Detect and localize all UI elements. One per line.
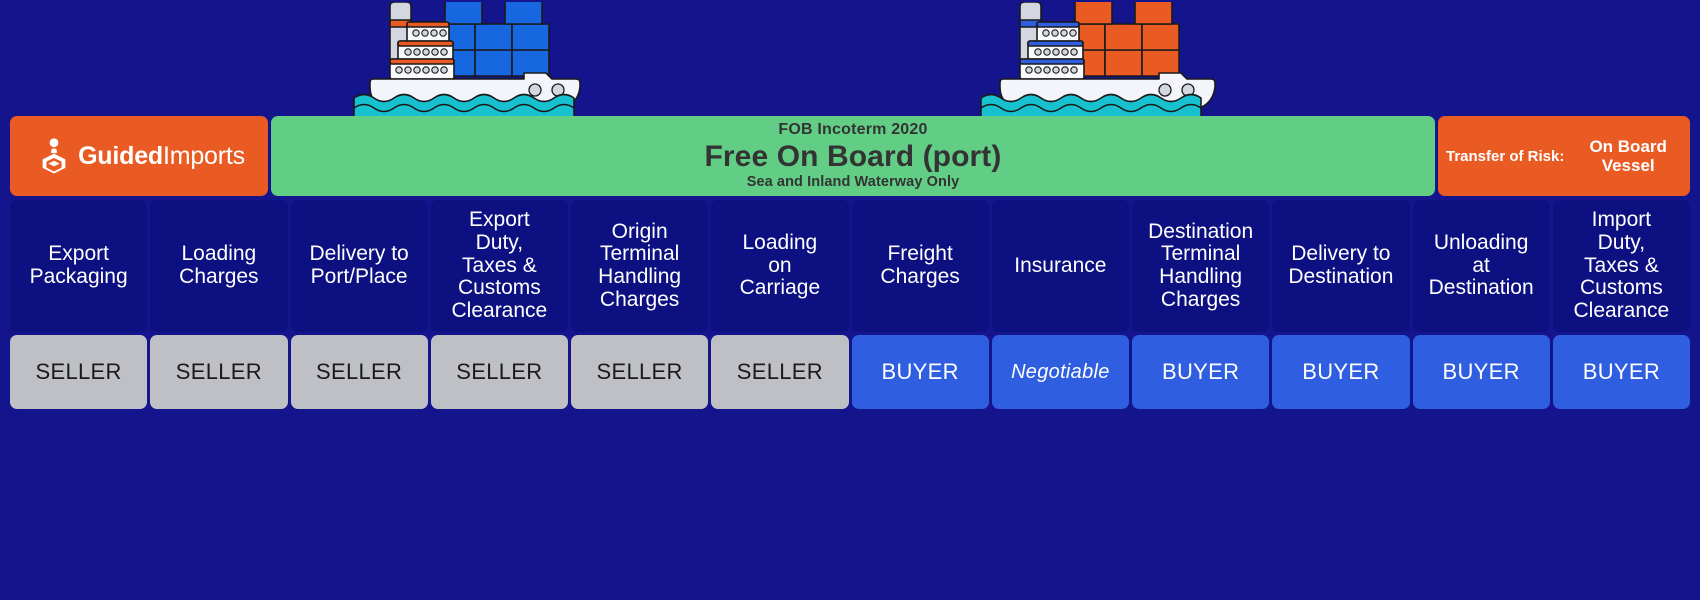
cost-column: Unloading at Destination BUYER [1412, 200, 1550, 409]
transfer-of-risk-panel: Transfer of Risk: On Board Vessel [1438, 116, 1690, 196]
container-ship-blue-containers [350, 2, 590, 120]
cost-item-header: Import Duty, Taxes & Customs Clearance [1552, 200, 1690, 332]
cost-responsible-party: SELLER [430, 335, 568, 409]
cost-column: Delivery to Port/Place SELLER [290, 200, 428, 409]
cost-item-header: Delivery to Destination [1272, 200, 1410, 332]
brand-name-bold: Guided [78, 141, 163, 170]
infographic-root: GuidedImports FOB Incoterm 2020 Free On … [0, 0, 1700, 600]
cost-column: Insurance Negotiable [991, 200, 1129, 409]
cost-item-header: Insurance [991, 200, 1129, 332]
incoterm-title: Free On Board (port) [704, 139, 1002, 173]
transfer-of-risk-value: On Board Vessel [1589, 136, 1667, 175]
cost-responsible-party: BUYER [1272, 335, 1410, 409]
transfer-of-risk-label: Transfer of Risk: [1446, 147, 1565, 165]
container-ship-orange-containers [975, 2, 1220, 120]
cost-item-header: Unloading at Destination [1412, 200, 1550, 332]
incoterm-subtitle: Sea and Inland Waterway Only [746, 173, 960, 190]
banner-row: GuidedImports FOB Incoterm 2020 Free On … [10, 116, 1690, 196]
cost-item-header: Loading Charges [150, 200, 288, 332]
cost-responsible-party: BUYER [1132, 335, 1270, 409]
brand-logo[interactable]: GuidedImports [10, 116, 268, 196]
brand-name: GuidedImports [78, 142, 245, 171]
cost-item-header: Delivery to Port/Place [290, 200, 428, 332]
cost-responsible-party: BUYER [851, 335, 989, 409]
cost-responsible-party: BUYER [1412, 335, 1550, 409]
brand-name-light: Imports [162, 141, 245, 170]
cost-column: Destination Terminal Handling Charges BUY… [1132, 200, 1270, 409]
incoterm-kicker: FOB Incoterm 2020 [778, 120, 928, 138]
cost-item-header: Loading on Carriage [711, 200, 849, 332]
cost-item-header: Destination Terminal Handling Charges [1132, 200, 1270, 332]
cost-responsible-party: SELLER [290, 335, 428, 409]
cost-column: Loading Charges SELLER [150, 200, 288, 409]
cost-column: Import Duty, Taxes & Customs Clearance BU… [1552, 200, 1690, 409]
cost-responsibility-grid: Export Packaging SELLER Loading Charges SEL… [10, 200, 1690, 409]
cost-column: Origin Terminal Handling Charges SELLER [571, 200, 709, 409]
cost-column: Loading on Carriage SELLER [711, 200, 849, 409]
cost-column: Delivery to Destination BUYER [1272, 200, 1410, 409]
cost-column: Export Duty, Taxes & Customs Clearance SE… [430, 200, 568, 409]
guided-imports-logo-icon [42, 138, 66, 174]
cost-column: Export Packaging SELLER [10, 200, 148, 409]
cost-item-header: Origin Terminal Handling Charges [571, 200, 709, 332]
cost-responsible-party: SELLER [711, 335, 849, 409]
incoterm-title-banner: FOB Incoterm 2020 Free On Board (port) S… [271, 116, 1435, 196]
cost-responsible-party: SELLER [10, 335, 148, 409]
cost-item-header: Freight Charges [851, 200, 989, 332]
cost-responsible-party: BUYER [1552, 335, 1690, 409]
cost-responsible-party: SELLER [571, 335, 709, 409]
cost-responsible-party: SELLER [150, 335, 288, 409]
cost-responsible-party: Negotiable [991, 335, 1129, 409]
cost-item-header: Export Packaging [10, 200, 148, 332]
cost-item-header: Export Duty, Taxes & Customs Clearance [430, 200, 568, 332]
cost-column: Freight Charges BUYER [851, 200, 989, 409]
